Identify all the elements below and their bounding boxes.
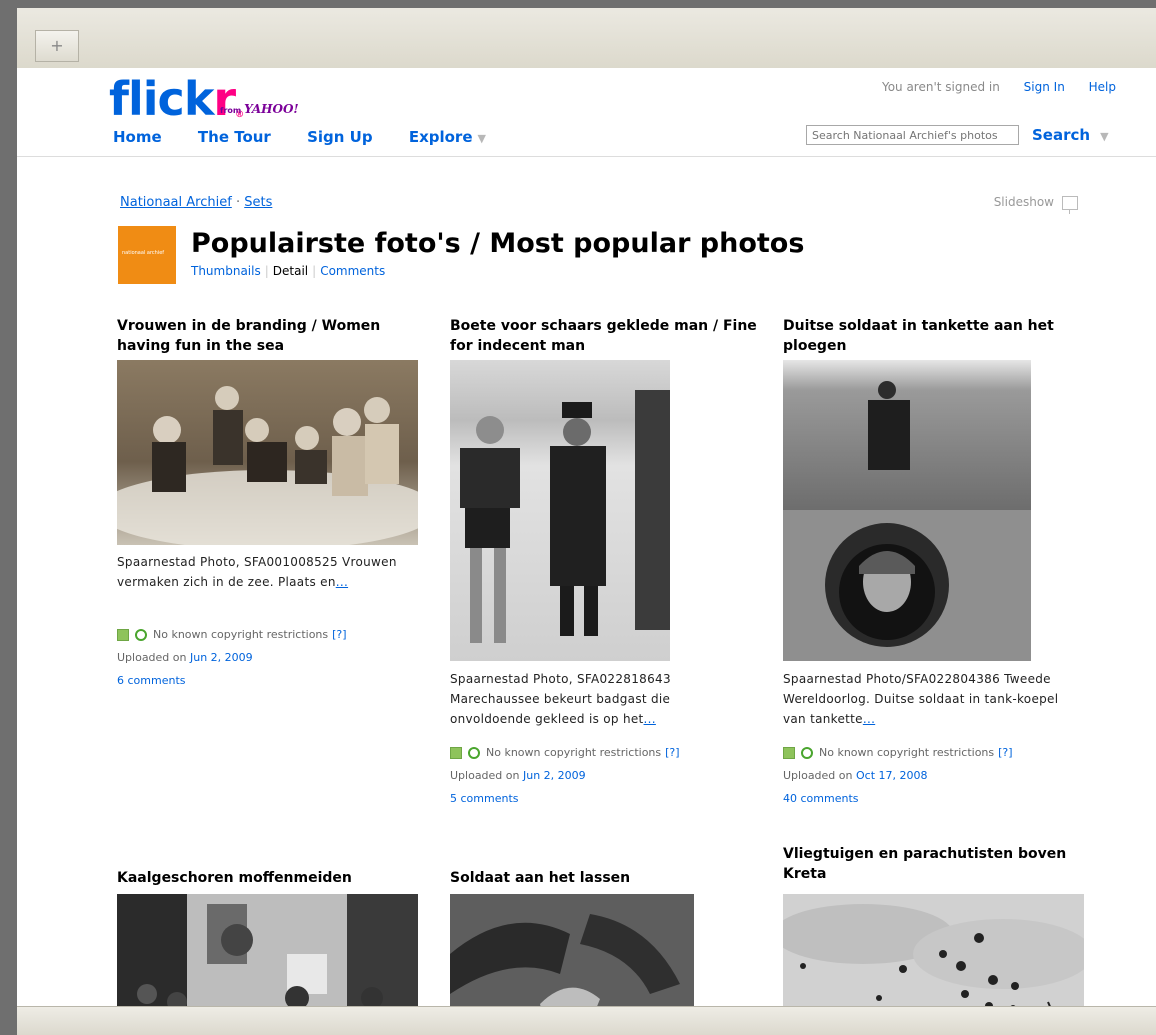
logo-flick-text: flick [109,72,214,126]
upload-date-link[interactable]: Oct 17, 2008 [856,769,928,782]
photo-meta: No known copyright restrictions [?] Uploa… [450,741,770,810]
breadcrumb-separator: · [235,195,241,210]
photo-title[interactable]: Vliegtuigen en parachutisten boven Kreta [783,844,1093,884]
status-bar [17,1006,1156,1035]
view-switcher: Thumbnails | Detail | Comments [191,264,385,278]
photo-welding [450,894,694,1007]
comments-link[interactable]: 6 comments [117,674,186,687]
photo-card: Boete voor schaars geklede man / Fine fo… [450,316,760,356]
photo-title[interactable]: Kaalgeschoren moffenmeiden [117,868,427,888]
breadcrumb-owner[interactable]: Nationaal Archief [120,195,232,210]
license-help-link[interactable]: [?] [332,628,346,641]
nav-sign-up[interactable]: Sign Up [307,128,373,146]
photo-card: Duitse soldaat in tankette aan het ploeg… [783,316,1093,356]
license-circle-icon [801,747,813,759]
nav-home[interactable]: Home [113,128,162,146]
comments-link[interactable]: 5 comments [450,792,519,805]
photo-title[interactable]: Duitse soldaat in tankette aan het ploeg… [783,316,1093,356]
photo-beach-police [450,360,670,661]
set-thumbnail[interactable]: nationaal archief [118,226,176,284]
view-detail: Detail [272,264,309,278]
photo-card: Kaalgeschoren moffenmeiden [117,868,427,888]
logo-r-text: r [213,72,236,126]
license-text[interactable]: No known copyright restrictions [819,746,994,759]
license-circle-icon [135,629,147,641]
read-more-link[interactable]: ... [644,712,656,726]
photo-description: Spaarnestad Photo, SFA022818643 Marechau… [450,669,750,729]
uploaded-label: Uploaded on [450,769,520,782]
uploaded-label: Uploaded on [117,651,187,664]
photo-sea-bathers [117,360,418,545]
from-label: from [220,106,242,115]
photo-parachutists [783,894,1084,1007]
photo-meta: No known copyright restrictions [?] Uploa… [783,741,1103,810]
main-nav: Home The Tour Sign Up Explore ▼ [113,128,491,146]
nav-the-tour[interactable]: The Tour [198,128,271,146]
breadcrumb-sets[interactable]: Sets [244,195,272,210]
license-square-icon [450,747,462,759]
license-square-icon [783,747,795,759]
header-divider [17,156,1156,157]
nav-explore[interactable]: Explore [409,128,473,146]
view-thumbnails[interactable]: Thumbnails [191,264,261,278]
account-bar: You aren't signed in Sign In Help [882,80,1116,94]
license-help-link[interactable]: [?] [998,746,1012,759]
comments-link[interactable]: 40 comments [783,792,859,805]
photo-card: Vrouwen in de branding / Women having fu… [117,316,427,356]
browser-window: + flickr® from YAHOO! You aren't signed … [0,0,1156,1035]
help-link[interactable]: Help [1089,80,1116,94]
slideshow-icon [1062,195,1078,214]
flickr-page: flickr® from YAHOO! You aren't signed in… [17,68,1156,1007]
sign-in-link[interactable]: Sign In [1024,80,1065,94]
photo-title[interactable]: Vrouwen in de branding / Women having fu… [117,316,427,356]
signin-status: You aren't signed in [881,80,1000,94]
photo-image[interactable] [450,360,670,661]
search-dropdown-icon[interactable]: ▼ [1100,130,1108,143]
slideshow-label: Slideshow [993,195,1054,209]
photo-description-text: Spaarnestad Photo, SFA022818643 Marechau… [450,672,671,726]
page-title: Populairste foto's / Most popular photos [191,228,805,259]
photo-description: Spaarnestad Photo/SFA022804386 Tweede We… [783,669,1083,729]
license-text[interactable]: No known copyright restrictions [486,746,661,759]
license-text[interactable]: No known copyright restrictions [153,628,328,641]
photo-image[interactable] [117,894,418,1007]
license-square-icon [117,629,129,641]
photo-description-text: Spaarnestad Photo/SFA022804386 Tweede We… [783,672,1059,726]
view-comments[interactable]: Comments [320,264,385,278]
license-help-link[interactable]: [?] [665,746,679,759]
photo-title[interactable]: Soldaat aan het lassen [450,868,760,888]
photo-tank-soldier [783,360,1031,661]
slideshow-link[interactable]: Slideshow [993,195,1078,214]
breadcrumb: Nationaal Archief · Sets [120,195,272,210]
new-tab-button[interactable]: + [35,30,79,62]
upload-date-link[interactable]: Jun 2, 2009 [190,651,253,664]
photo-title[interactable]: Boete voor schaars geklede man / Fine fo… [450,316,760,356]
photo-card: Soldaat aan het lassen [450,868,760,888]
photo-image[interactable] [783,360,1031,661]
tab-bar: + [17,8,1156,69]
photo-meta: No known copyright restrictions [?] Uploa… [117,623,437,692]
search-button[interactable]: Search ▼ [1032,126,1109,144]
photo-card: Vliegtuigen en parachutisten boven Kreta [783,844,1093,884]
photo-image[interactable] [117,360,418,545]
uploaded-label: Uploaded on [783,769,853,782]
set-thumbnail-text: nationaal archief [122,250,165,256]
flickr-logo[interactable]: flickr® [109,71,244,127]
photo-description-text: Spaarnestad Photo, SFA001008525 Vrouwen … [117,555,397,589]
yahoo-logo: YAHOO! [244,102,299,116]
explore-dropdown-icon[interactable]: ▼ [478,132,486,145]
read-more-link[interactable]: ... [336,575,348,589]
photo-street-crowd [117,894,418,1007]
photo-description: Spaarnestad Photo, SFA001008525 Vrouwen … [117,552,417,592]
upload-date-link[interactable]: Jun 2, 2009 [523,769,586,782]
from-yahoo: from YAHOO! [220,102,299,116]
search-button-label: Search [1032,126,1091,144]
search-input[interactable] [806,125,1019,145]
view-divider: | [264,264,269,278]
photo-image[interactable] [450,894,694,1007]
license-circle-icon [468,747,480,759]
read-more-link[interactable]: ... [863,712,875,726]
view-divider: | [312,264,317,278]
photo-image[interactable] [783,894,1084,1007]
